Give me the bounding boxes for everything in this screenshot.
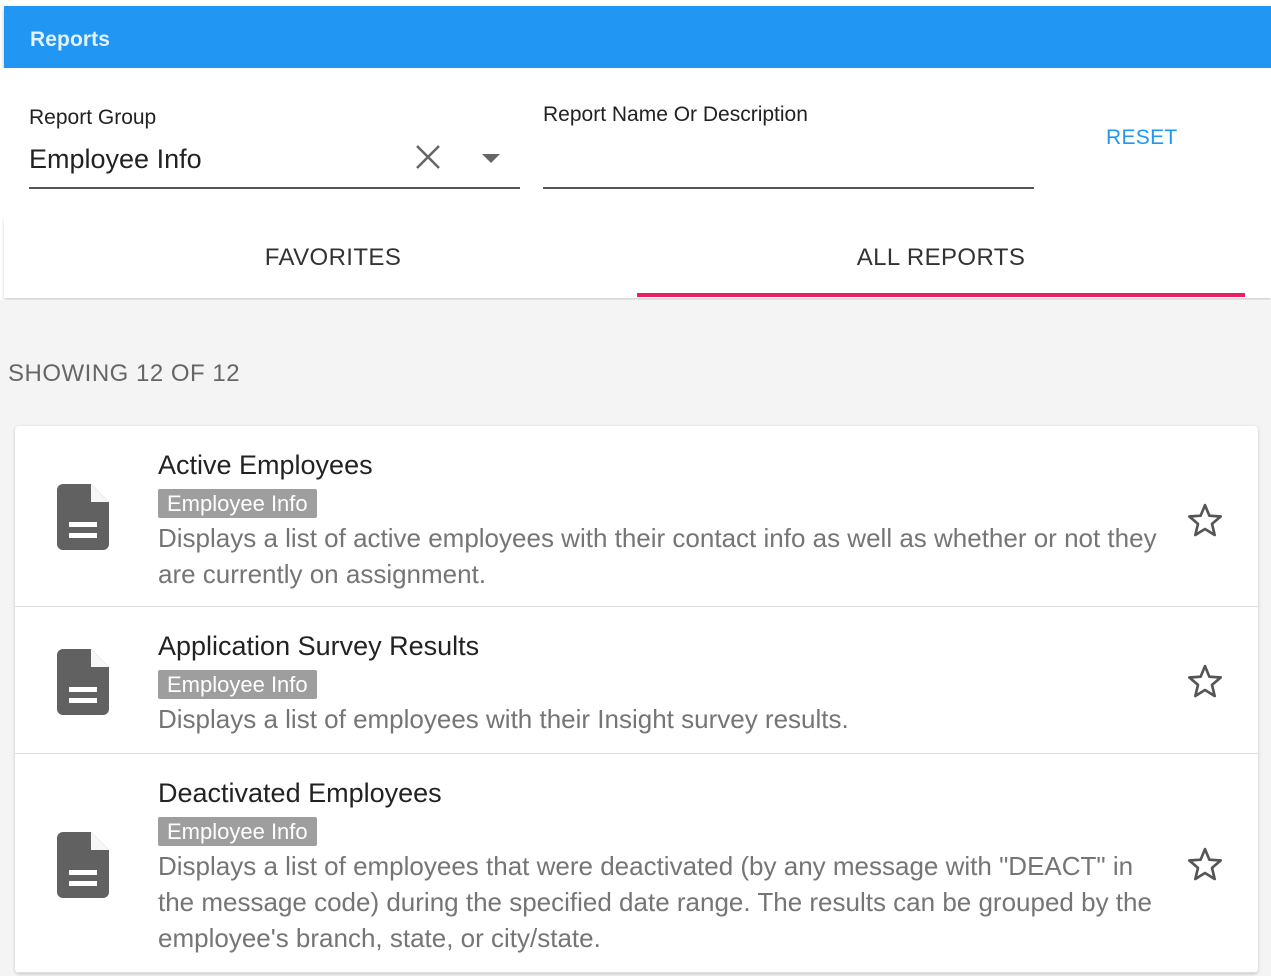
report-name[interactable]: Deactivated Employees <box>158 778 442 809</box>
document-icon <box>55 832 111 903</box>
report-list: Active Employees Employee Info Displays … <box>15 426 1258 973</box>
active-tab-indicator <box>637 293 1245 297</box>
reset-button[interactable]: RESET <box>1106 126 1178 150</box>
tab-all-reports[interactable]: ALL REPORTS <box>637 218 1245 298</box>
star-outline-icon[interactable] <box>1185 845 1225 890</box>
tab-favorites[interactable]: FAVORITES <box>29 218 637 298</box>
star-outline-icon[interactable] <box>1185 501 1225 546</box>
page-title: Reports <box>30 28 111 51</box>
report-description: Displays a list of active employees with… <box>158 523 1157 589</box>
report-group-underline <box>29 187 520 189</box>
report-group-label: Report Group <box>29 106 157 129</box>
result-count: SHOWING 12 OF 12 <box>8 360 241 387</box>
close-icon[interactable] <box>413 142 443 177</box>
report-description: Displays a list of employees that were d… <box>158 851 1152 953</box>
tab-bar: FAVORITES ALL REPORTS <box>4 218 1271 298</box>
report-search-input[interactable] <box>543 144 1033 184</box>
report-name[interactable]: Application Survey Results <box>158 631 479 662</box>
report-description: Displays a list of employees with their … <box>158 704 849 734</box>
document-icon <box>55 649 111 720</box>
report-list-area: SHOWING 12 OF 12 Active Employees Employ… <box>0 300 1271 976</box>
report-group-select[interactable]: Employee Info <box>29 144 202 175</box>
report-search-underline <box>543 187 1034 189</box>
caret-down-icon[interactable] <box>481 152 501 170</box>
star-outline-icon[interactable] <box>1185 662 1225 707</box>
filter-bar: Report Group Employee Info Report Name O… <box>0 68 1271 218</box>
report-name[interactable]: Active Employees <box>158 450 373 481</box>
report-group-tag: Employee Info <box>158 489 317 518</box>
list-item[interactable]: Active Employees Employee Info Displays … <box>15 426 1258 607</box>
app-bar: Reports <box>4 6 1271 68</box>
report-group-tag: Employee Info <box>158 670 317 699</box>
report-group-tag: Employee Info <box>158 817 317 846</box>
list-item[interactable]: Deactivated Employees Employee Info Disp… <box>15 754 1258 973</box>
list-item[interactable]: Application Survey Results Employee Info… <box>15 607 1258 754</box>
document-icon <box>55 484 111 555</box>
report-search-label: Report Name Or Description <box>543 103 808 126</box>
